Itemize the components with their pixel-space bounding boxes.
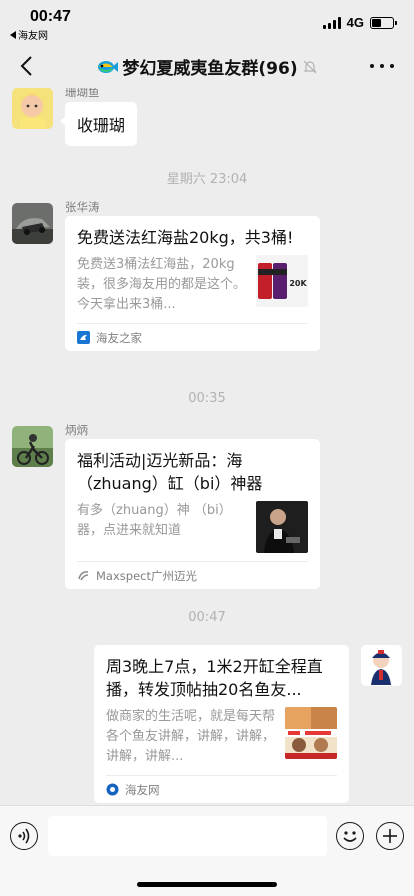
time-separator: 00:35 xyxy=(188,391,226,406)
status-time: 00:47 xyxy=(30,8,71,25)
message-list[interactable]: 珊瑚鱼 收珊瑚 星期六 23:04 张华涛 免费送法红海盐20kg，共3桶! 免… xyxy=(0,88,414,805)
avatar[interactable] xyxy=(12,203,53,244)
card-source: 海友网 xyxy=(106,775,337,803)
back-arrow-icon[interactable] xyxy=(16,54,40,78)
smiley-icon xyxy=(343,831,357,842)
card-thumbnail xyxy=(285,707,337,759)
card-title: 免费送法红海盐20kg，共3桶! xyxy=(77,228,294,247)
card-source: 海友之家 xyxy=(77,323,308,351)
signal-icon xyxy=(322,16,341,29)
link-card[interactable]: 免费送法红海盐20kg，共3桶! 免费送3桶法红海盐，20kg装，很多海友用的都… xyxy=(65,216,320,351)
bell-off-icon xyxy=(303,60,317,73)
back-to-app-link[interactable]: 海友网 xyxy=(10,27,48,42)
more-options-button[interactable] xyxy=(370,56,394,76)
sender-name: 珊瑚鱼 xyxy=(65,88,100,99)
dot-icon xyxy=(390,64,394,68)
voice-icon xyxy=(18,828,30,844)
card-source: Maxspect广州迈光 xyxy=(77,561,308,589)
card-title: 福利活动|迈光新品：海（zhuang）缸（bi）神器 xyxy=(77,451,263,493)
avatar[interactable] xyxy=(12,426,53,467)
haiyouwang-logo-icon xyxy=(106,783,119,796)
voice-toggle-button[interactable] xyxy=(10,822,38,850)
back-app-label: 海友网 xyxy=(18,31,48,42)
card-description: 做商家的生活呢，就是每天帮各个鱼友讲解，讲解，讲解，讲解，讲解... xyxy=(106,709,275,764)
sender-name: 张华涛 xyxy=(65,200,100,214)
card-description: 有多（zhuang）神 （bi）器，点进来就知道 xyxy=(77,503,232,538)
chat-header: 梦幻夏威夷鱼友群(96) xyxy=(0,44,414,88)
message-input[interactable] xyxy=(48,816,327,856)
my-avatar[interactable] xyxy=(361,645,402,686)
thumb-label: 20K xyxy=(289,279,307,288)
link-card[interactable]: 福利活动|迈光新品：海（zhuang）缸（bi）神器 有多（zhuang）神 （… xyxy=(65,439,320,589)
network-type: 4G xyxy=(346,15,364,30)
time-separator: 星期六 23:04 xyxy=(166,172,248,187)
battery-icon xyxy=(370,16,397,29)
card-source-name: 海友网 xyxy=(125,782,160,797)
avatar[interactable] xyxy=(12,88,53,129)
plus-icon xyxy=(383,829,397,843)
dot-icon xyxy=(380,64,384,68)
card-thumbnail xyxy=(256,501,308,553)
card-title: 周3晚上7点，1米2开缸全程直播，转发顶帖抽20名鱼友... xyxy=(106,657,323,699)
status-bar: 00:47 海友网 4G xyxy=(0,0,414,44)
maxspect-logo-icon xyxy=(78,571,89,581)
emoji-button[interactable] xyxy=(336,822,364,850)
card-source-name: Maxspect广州迈光 xyxy=(96,568,197,583)
time-separator: 00:47 xyxy=(188,610,226,625)
sender-name: 炳炳 xyxy=(65,423,88,437)
home-indicator[interactable] xyxy=(137,882,277,887)
haiyou-logo-icon xyxy=(77,331,90,344)
card-description: 免费送3桶法红海盐，20kg装，很多海友用的都是这个。今天拿出来3桶... xyxy=(77,257,246,312)
back-triangle-icon xyxy=(10,30,16,39)
more-actions-button[interactable] xyxy=(376,822,404,850)
link-card[interactable]: 周3晚上7点，1米2开缸全程直播，转发顶帖抽20名鱼友... 做商家的生活呢，就… xyxy=(94,645,349,803)
chat-title: 梦幻夏威夷鱼友群(96) xyxy=(122,59,298,79)
battery-level xyxy=(372,18,381,27)
text-message-bubble[interactable]: 收珊瑚 xyxy=(59,102,138,146)
card-source-name: 海友之家 xyxy=(96,330,142,345)
dot-icon xyxy=(370,64,374,68)
fish-emoji-icon xyxy=(98,60,119,73)
card-thumbnail: 20K xyxy=(256,255,308,307)
